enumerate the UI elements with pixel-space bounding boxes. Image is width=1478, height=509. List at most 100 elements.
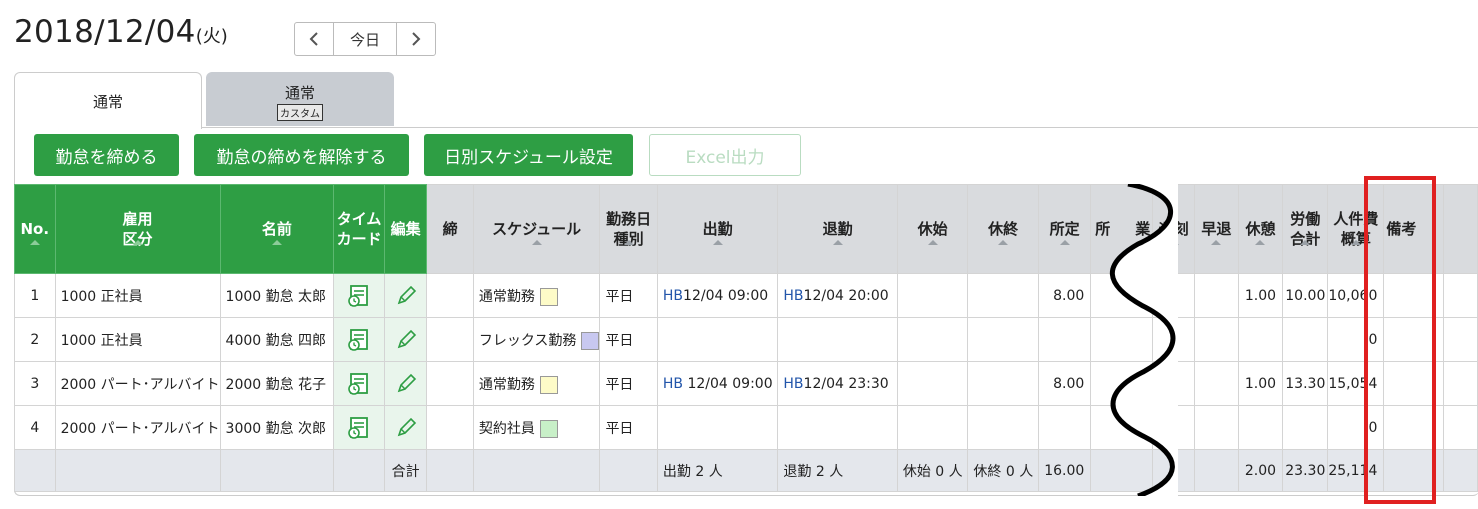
- cell-employment-type: 1000 正社員: [54, 317, 221, 362]
- cell-close: [426, 361, 474, 406]
- cell-memo: [1383, 317, 1445, 362]
- schedule-color-swatch: [581, 331, 599, 350]
- cell-extra: [1443, 317, 1478, 362]
- table-row: 2 1000 正社員 4000 勤怠 四郎 フレックス勤務 平日 0: [14, 317, 1478, 362]
- col-labor-cost[interactable]: 人件費 概算: [1327, 184, 1385, 274]
- daily-schedule-button[interactable]: 日別スケジュール設定: [424, 134, 633, 176]
- pencil-icon: [397, 373, 416, 392]
- custom-badge: カスタム: [277, 104, 323, 121]
- cell-hidden: [1090, 273, 1154, 318]
- unclose-attendance-button[interactable]: 勤怠の締めを解除する: [194, 134, 409, 176]
- cell-extra: [1443, 405, 1478, 450]
- cell-break-end: [967, 273, 1039, 318]
- cell-scheduled: 8.00: [1037, 273, 1092, 318]
- table-row: 4 2000 パート･アルバイト 3000 勤怠 次郎 契約社員 平日 0: [14, 405, 1478, 450]
- tab-normal-custom[interactable]: 通常 カスタム: [206, 72, 394, 126]
- col-rest[interactable]: 休憩: [1237, 184, 1284, 274]
- cell-early-leave: [1193, 317, 1239, 362]
- col-early-leave[interactable]: 早退: [1193, 184, 1239, 274]
- cell-no: 2: [14, 317, 56, 362]
- cell-memo: [1383, 405, 1445, 450]
- cell-name: 2000 勤怠 花子: [219, 361, 335, 406]
- total-scheduled: 16.00: [1037, 449, 1092, 492]
- table-header: No. 雇用 区分 名前 タイム カード 編集 締 スケジュール 勤務日 種別 出勤 …: [14, 184, 1478, 274]
- date-label: 2018/12/04: [14, 14, 196, 50]
- cell-extra: [1443, 361, 1478, 406]
- cell-close: [426, 273, 474, 318]
- col-scheduled[interactable]: 所定: [1037, 184, 1092, 274]
- col-break-end[interactable]: 休終: [967, 184, 1039, 274]
- cell-break-start: [896, 273, 969, 318]
- timecard-button[interactable]: [333, 317, 385, 362]
- cell-schedule: 通常勤務: [472, 273, 601, 318]
- col-late[interactable]: 遅刻: [1152, 184, 1195, 274]
- cell-early-leave: [1193, 405, 1239, 450]
- cell-day-type: 平日: [599, 317, 658, 362]
- cell-work-total: [1282, 405, 1329, 450]
- page-title: 2018/12/04(火): [14, 14, 228, 50]
- cell-late: [1152, 317, 1195, 362]
- cell-clock-out: [777, 405, 898, 450]
- timecard-button[interactable]: [333, 405, 385, 450]
- cell-schedule: 契約社員: [472, 405, 601, 450]
- timecard-icon: [348, 284, 368, 307]
- cell-clock-in: [656, 405, 779, 450]
- tab-normal[interactable]: 通常: [14, 72, 202, 129]
- col-clock-in[interactable]: 出勤: [656, 184, 779, 274]
- pencil-icon: [397, 417, 416, 436]
- edit-button[interactable]: [383, 361, 428, 406]
- totals-label: 合計: [383, 449, 428, 492]
- cell-name: 1000 勤怠 太郎: [219, 273, 335, 318]
- col-name[interactable]: 名前: [219, 184, 335, 274]
- cell-scheduled: [1037, 317, 1092, 362]
- edit-button[interactable]: [383, 405, 428, 450]
- col-timecard: タイム カード: [333, 184, 385, 274]
- edit-button[interactable]: [383, 273, 428, 318]
- cell-rest: 1.00: [1237, 273, 1284, 318]
- timecard-button[interactable]: [333, 273, 385, 318]
- cell-labor-cost: 15,054: [1327, 361, 1385, 406]
- next-day-button[interactable]: [397, 23, 435, 55]
- cell-employment-type: 1000 正社員: [54, 273, 221, 318]
- pencil-icon: [397, 285, 416, 304]
- today-button[interactable]: 今日: [333, 23, 397, 55]
- cell-extra: [1443, 273, 1478, 318]
- cell-clock-out: [777, 317, 898, 362]
- schedule-color-swatch: [539, 375, 558, 394]
- col-employment-type[interactable]: 雇用 区分: [54, 184, 221, 274]
- excel-export-button[interactable]: Excel出力: [649, 134, 801, 176]
- prev-day-button[interactable]: [295, 23, 333, 55]
- col-no[interactable]: No.: [14, 184, 56, 274]
- col-break-start[interactable]: 休始: [896, 184, 969, 274]
- cell-no: 4: [14, 405, 56, 450]
- cell-schedule: フレックス勤務: [472, 317, 601, 362]
- col-edit: 編集: [383, 184, 428, 274]
- timecard-button[interactable]: [333, 361, 385, 406]
- cell-early-leave: [1193, 273, 1239, 318]
- schedule-color-swatch: [539, 419, 558, 438]
- col-clock-out[interactable]: 退勤: [777, 184, 898, 274]
- col-work-total[interactable]: 労働 合計: [1282, 184, 1329, 274]
- timecard-icon: [348, 416, 368, 439]
- col-day-type[interactable]: 勤務日 種別: [599, 184, 658, 274]
- cell-rest: 1.00: [1237, 361, 1284, 406]
- table-row: 3 2000 パート･アルバイト 2000 勤怠 花子 通常勤務 平日 HB 12/04 …: [14, 361, 1478, 406]
- total-break-start: 休始 0 人: [896, 449, 969, 492]
- col-memo: 備考: [1383, 184, 1445, 274]
- close-attendance-button[interactable]: 勤怠を締める: [34, 134, 179, 176]
- schedule-color-swatch: [539, 287, 558, 306]
- cell-name: 3000 勤怠 次郎: [219, 405, 335, 450]
- pencil-icon: [397, 329, 416, 348]
- col-hidden: 所業: [1090, 184, 1154, 274]
- cell-break-start: [896, 361, 969, 406]
- cell-break-end: [967, 361, 1039, 406]
- cell-day-type: 平日: [599, 361, 658, 406]
- total-labor-cost: 25,114: [1327, 449, 1385, 492]
- cell-clock-in: HB12/04 09:00: [656, 273, 779, 318]
- cell-schedule: 通常勤務: [472, 361, 601, 406]
- edit-button[interactable]: [383, 317, 428, 362]
- cell-scheduled: [1037, 405, 1092, 450]
- col-schedule[interactable]: スケジュール: [472, 184, 601, 274]
- cell-clock-out: HB12/04 20:00: [777, 273, 898, 318]
- cell-hidden: [1090, 405, 1154, 450]
